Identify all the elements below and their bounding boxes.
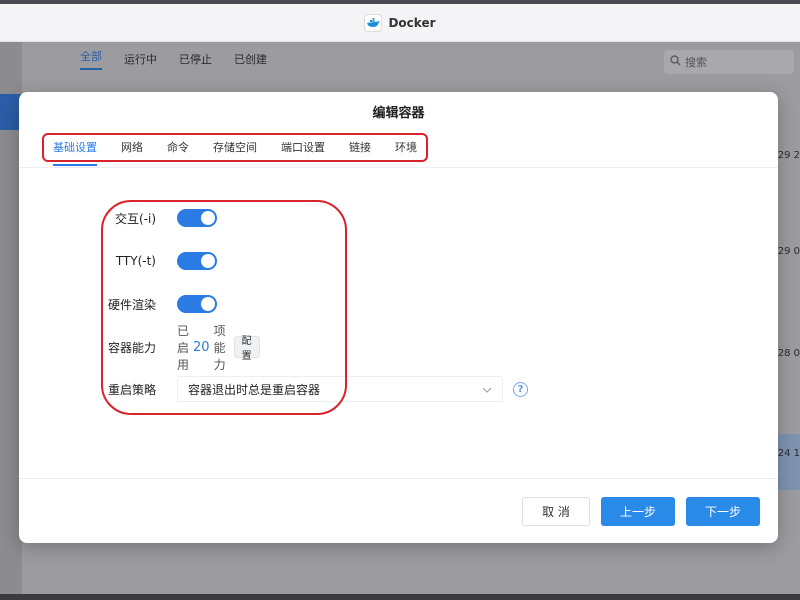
annotation-box-form xyxy=(101,200,347,415)
bg-row-date: 24 1 xyxy=(777,448,800,459)
bg-tab-running[interactable]: 运行中 xyxy=(124,51,157,67)
bg-row-date: -29 2 xyxy=(774,150,800,161)
bottom-strip xyxy=(0,594,800,600)
bg-search-input[interactable]: 搜索 xyxy=(664,50,794,74)
bg-tab-created[interactable]: 已创建 xyxy=(234,51,267,67)
window-titlebar: Docker xyxy=(0,4,800,42)
search-icon xyxy=(670,55,681,69)
tabs-divider xyxy=(19,167,778,168)
window-title: Docker xyxy=(388,15,436,30)
edit-container-dialog: 编辑容器 基础设置 网络 命令 存储空间 端口设置 链接 环境 交互(-i) T… xyxy=(19,92,778,543)
bg-tab-stopped[interactable]: 已停止 xyxy=(179,51,212,67)
next-step-button[interactable]: 下一步 xyxy=(686,497,760,526)
bg-row-date: 29 0 xyxy=(777,246,800,257)
dialog-title: 编辑容器 xyxy=(372,105,425,121)
bg-tab-all[interactable]: 全部 xyxy=(80,48,102,70)
docker-logo-icon xyxy=(364,13,383,32)
search-placeholder: 搜索 xyxy=(685,56,707,69)
bg-row-date: 28 0 xyxy=(777,348,800,359)
annotation-box-tabs xyxy=(42,133,428,162)
footer-divider xyxy=(19,478,778,479)
previous-step-button[interactable]: 上一步 xyxy=(601,497,675,526)
help-icon[interactable]: ? xyxy=(513,381,528,397)
chevron-down-icon xyxy=(482,383,492,396)
cancel-button[interactable]: 取 消 xyxy=(522,497,590,526)
bg-filter-tabs: 全部 运行中 已停止 已创建 xyxy=(80,42,267,76)
